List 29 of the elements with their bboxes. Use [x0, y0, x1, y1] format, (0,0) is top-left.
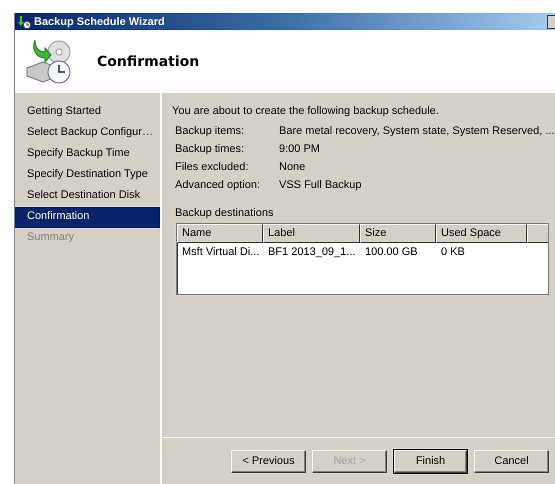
detail-value: 9:00 PM	[279, 143, 320, 155]
wizard-step[interactable]: Confirmation	[15, 207, 160, 228]
window-title: Backup Schedule Wizard	[34, 16, 165, 28]
wizard-step[interactable]: Specify Backup Time	[15, 144, 160, 165]
detail-label: Backup items:	[175, 125, 246, 137]
detail-value: VSS Full Backup	[279, 179, 362, 191]
column-header[interactable]: Used Space	[436, 224, 527, 243]
detail-label: Advanced option:	[175, 179, 262, 191]
intro-text: You are about to create the following backup schedule.	[172, 105, 440, 117]
table-cell-text: Msft Virtual Di...	[181, 245, 260, 258]
page-title: Confirmation	[97, 54, 200, 70]
table-cell-text: 100.00 GB	[364, 245, 419, 258]
wizard-step[interactable]: Select Backup Configur…	[15, 123, 160, 144]
table-cell-text: 0 KB	[440, 245, 466, 258]
wizard-button[interactable]: < Previous	[231, 450, 306, 472]
detail-label: Files excluded:	[175, 161, 250, 173]
column-header[interactable]: Name	[177, 224, 263, 243]
detail-value: None	[279, 161, 306, 173]
wizard-step[interactable]: Getting Started	[15, 102, 160, 123]
wizard-step[interactable]: Select Destination Disk	[15, 186, 160, 207]
wizard-button[interactable]: Finish	[394, 450, 467, 472]
table-cell-text: BF1 2013_09_1...	[267, 245, 356, 258]
wizard-button[interactable]: Cancel	[474, 450, 549, 472]
section-label: Backup destinations	[174, 207, 274, 219]
column-header[interactable]: Label	[263, 224, 360, 243]
detail-label: Backup times:	[175, 143, 246, 155]
detail-value: Bare metal recovery, System state, System Reserved, ...	[279, 125, 554, 137]
wizard-step[interactable]: Specify Destination Type	[15, 165, 160, 186]
column-header[interactable]: Size	[360, 224, 436, 243]
